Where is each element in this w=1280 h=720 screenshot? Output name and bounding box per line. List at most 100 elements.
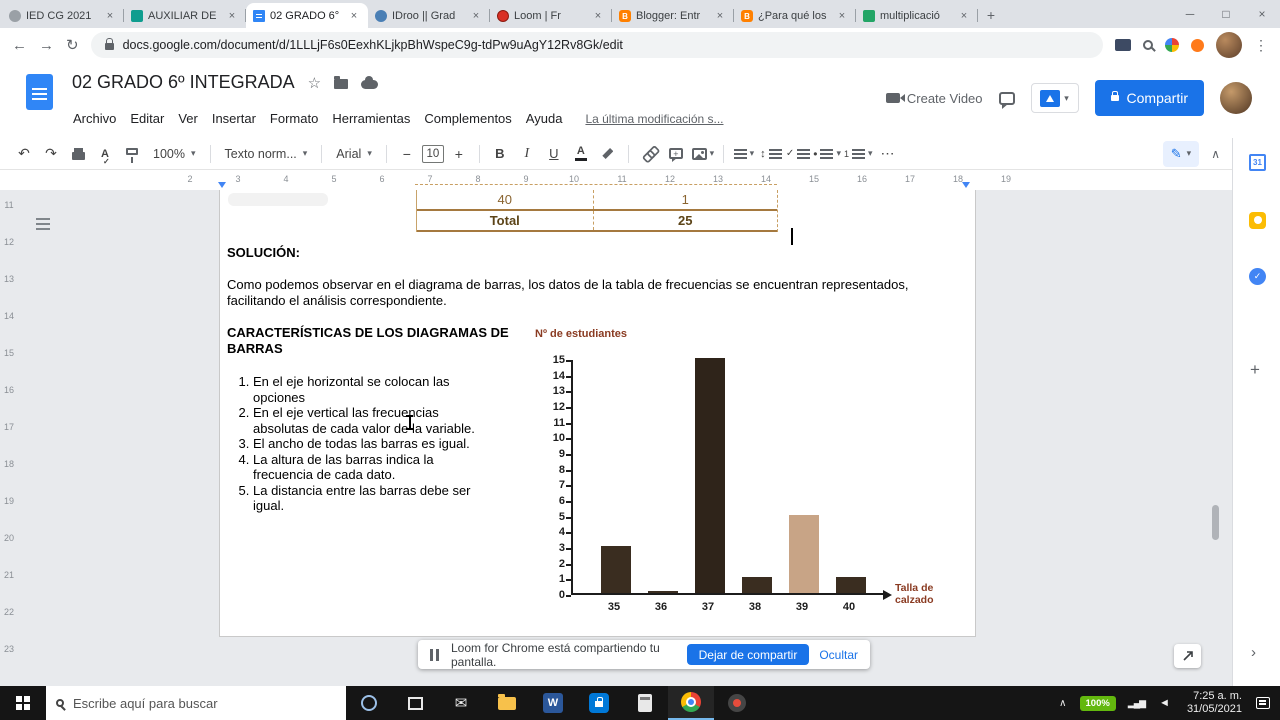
save-status-cloud-icon[interactable] — [361, 76, 379, 89]
network-icon[interactable]: ▂▄▆ — [1121, 698, 1152, 709]
last-modified-link[interactable]: La última modificación s... — [585, 112, 723, 126]
calculator-icon[interactable] — [622, 686, 668, 720]
stop-sharing-button[interactable]: Dejar de compartir — [686, 644, 810, 665]
frequency-table[interactable]: 40 1 Total 25 — [416, 190, 778, 232]
document-outline-button[interactable] — [36, 218, 50, 230]
font-select[interactable]: Arial ▾ — [330, 142, 378, 166]
bulleted-list-button[interactable]: • ▾ — [813, 142, 841, 166]
characteristics-list[interactable]: En el eje horizontal se colocan las opci… — [227, 374, 483, 514]
keep-icon[interactable] — [1249, 212, 1266, 229]
more-options-button[interactable]: ⋯ — [876, 142, 900, 166]
intro-paragraph[interactable]: Como podemos observar en el diagrama de … — [227, 277, 953, 308]
calendar-icon[interactable]: 31 — [1249, 154, 1266, 171]
decrease-font-size-button[interactable]: − — [395, 142, 419, 166]
insert-image-button[interactable]: ▾ — [691, 142, 715, 166]
task-view-icon[interactable] — [392, 686, 438, 720]
menu-ayuda[interactable]: Ayuda — [519, 108, 570, 129]
taskbar-search[interactable]: Escribe aquí para buscar — [46, 686, 346, 720]
paragraph-style-select[interactable]: Texto norm... ▾ — [219, 142, 314, 166]
editing-mode-button[interactable]: ✎ ▾ — [1162, 140, 1200, 167]
screen-recorder-icon[interactable] — [714, 686, 760, 720]
window-maximize-button[interactable]: □ — [1208, 0, 1244, 28]
chrome-icon[interactable] — [668, 686, 714, 720]
explore-button[interactable] — [1174, 644, 1201, 668]
spellcheck-button[interactable]: A — [93, 142, 117, 167]
underline-button[interactable]: U — [542, 142, 566, 166]
highlight-button[interactable] — [596, 142, 620, 166]
word-icon[interactable]: W — [530, 686, 576, 720]
tab-close-icon[interactable]: × — [835, 10, 849, 22]
move-folder-icon[interactable] — [334, 76, 349, 89]
browser-menu-icon[interactable]: ⋮ — [1254, 37, 1268, 54]
browser-tab[interactable]: IED CG 2021 × — [2, 3, 124, 28]
zoom-icon[interactable] — [1143, 40, 1153, 50]
line-spacing-button[interactable]: ↕ — [759, 142, 783, 166]
characteristics-heading[interactable]: CARACTERÍSTICAS DE LOS DIAGRAMAS DE BARR… — [227, 325, 509, 356]
tab-close-icon[interactable]: × — [957, 10, 971, 22]
address-bar[interactable]: docs.google.com/document/d/1LLLjF6s0Eexh… — [90, 32, 1103, 58]
reload-icon[interactable]: ↻ — [66, 36, 79, 54]
start-button[interactable] — [0, 686, 46, 720]
action-center-icon[interactable] — [1256, 697, 1270, 709]
browser-tab[interactable]: ¿Para qué los × — [734, 3, 856, 28]
hide-menus-button[interactable]: ∧ — [1211, 147, 1220, 161]
screen-share-icon[interactable] — [1115, 39, 1131, 51]
tab-close-icon[interactable]: × — [713, 10, 727, 22]
bar-chart-image[interactable]: Nº de estudiantes 0 1 2 3 4 5 6 7 8 9 10 11 12 13 14 15… — [521, 325, 951, 621]
redo-button[interactable]: ↷ — [39, 142, 63, 166]
https-lock-icon[interactable] — [104, 38, 114, 50]
vertical-scrollbar[interactable] — [1212, 505, 1219, 540]
text-color-button[interactable]: A — [569, 142, 593, 166]
account-avatar[interactable] — [1220, 82, 1252, 114]
star-icon[interactable]: ☆ — [308, 74, 321, 92]
menu-insertar[interactable]: Insertar — [205, 108, 263, 129]
zoom-select[interactable]: 100% ▾ — [147, 142, 202, 166]
menu-complementos[interactable]: Complementos — [417, 108, 518, 129]
browser-tab[interactable]: AUXILIAR DE × — [124, 3, 246, 28]
volume-icon[interactable]: ◄ — [1152, 697, 1177, 709]
battery-indicator[interactable]: 100% — [1079, 695, 1116, 711]
hide-sharing-bar-button[interactable]: Ocultar — [819, 648, 858, 662]
tray-chevron-icon[interactable]: ∧ — [1051, 698, 1074, 709]
open-comments-button[interactable] — [998, 91, 1015, 109]
present-button[interactable]: ▾ — [1030, 83, 1079, 113]
file-explorer-icon[interactable] — [484, 686, 530, 720]
loom-extension-icon[interactable] — [1191, 38, 1204, 52]
font-size-field[interactable]: 10 — [421, 144, 444, 163]
mail-icon[interactable]: ✉ — [438, 686, 484, 720]
cortana-icon[interactable] — [346, 686, 392, 720]
menu-ver[interactable]: Ver — [171, 108, 205, 129]
share-button[interactable]: Compartir — [1094, 80, 1204, 116]
tab-close-icon[interactable]: × — [469, 10, 483, 22]
menu-editar[interactable]: Editar — [123, 108, 171, 129]
undo-button[interactable]: ↶ — [12, 142, 36, 166]
bold-button[interactable]: B — [488, 142, 512, 166]
tab-close-icon[interactable]: × — [103, 10, 117, 22]
left-indent-marker[interactable] — [218, 182, 226, 188]
menu-formato[interactable]: Formato — [263, 108, 325, 129]
browser-tab[interactable]: 02 GRADO 6° × — [246, 3, 368, 28]
loom-create-video-button[interactable]: Create Video — [885, 91, 983, 106]
tab-close-icon[interactable]: × — [225, 10, 239, 22]
horizontal-ruler[interactable]: 2 3 4 5 6 7 8 9 10 11 12 13 14 15 16 17 18 19 — [0, 170, 1232, 190]
extension-pinwheel-icon[interactable] — [1165, 38, 1179, 52]
document-title[interactable]: 02 GRADO 6º INTEGRADA — [72, 72, 295, 93]
paint-format-button[interactable] — [120, 142, 144, 166]
checklist-button[interactable]: ✓ — [786, 142, 811, 166]
tasks-icon[interactable]: ✓ — [1249, 268, 1266, 285]
window-close-button[interactable]: × — [1244, 0, 1280, 28]
insert-link-button[interactable] — [637, 142, 661, 166]
tab-close-icon[interactable]: × — [347, 10, 361, 22]
solution-heading[interactable]: SOLUCIÓN: — [227, 245, 300, 260]
forward-icon[interactable]: → — [39, 37, 54, 54]
browser-tab[interactable]: IDroo || Grad × — [368, 3, 490, 28]
tab-close-icon[interactable]: × — [591, 10, 605, 22]
add-addon-icon[interactable]: + — [1250, 360, 1260, 380]
align-button[interactable]: ▾ — [732, 142, 756, 166]
italic-button[interactable]: I — [515, 142, 539, 166]
increase-font-size-button[interactable]: + — [447, 142, 471, 166]
collapse-panel-icon[interactable]: › — [1251, 644, 1256, 661]
window-minimize-button[interactable]: ─ — [1172, 0, 1208, 28]
numbered-list-button[interactable]: 1 ▾ — [844, 142, 873, 166]
docs-logo-icon[interactable] — [26, 74, 53, 110]
